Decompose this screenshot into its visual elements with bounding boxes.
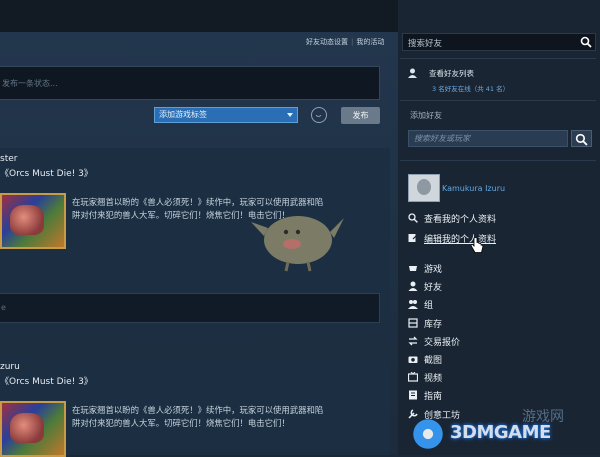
add-friend-search-button[interactable]	[571, 130, 592, 147]
camera-icon	[408, 356, 418, 363]
menu-item-label: 游戏	[424, 265, 443, 275]
menu-item-label: 好友	[424, 283, 443, 293]
profile-name[interactable]: Kamukura Izuru	[442, 184, 505, 193]
feed-description: 在玩家翘首以盼的《兽人必须死！》续作中，玩家可以使用武器和陷 阱对付来犯的兽人大…	[72, 404, 382, 430]
game-tag-select[interactable]: 添加游戏标签	[154, 107, 298, 123]
menu-item-label: 库存	[424, 320, 443, 330]
menu-item-label: 组	[424, 301, 434, 311]
feed-description-line: 在玩家翘首以盼的《兽人必须死！》续作中，玩家可以使用武器和陷	[72, 405, 324, 415]
feed-item: zuru 《Orcs Must Die! 3》 在玩家翘首以盼的《兽人必须死！》…	[0, 356, 390, 457]
add-friend-placeholder: 搜索好友或玩家	[414, 134, 470, 143]
link-separator: |	[351, 38, 354, 46]
menu-item-label: 交易报价	[424, 338, 461, 348]
comment-placeholder: e	[1, 303, 6, 312]
menu-item-friends[interactable]: 好友	[408, 279, 598, 295]
book-icon	[409, 390, 417, 400]
search-icon	[408, 213, 418, 223]
menu-item-groups[interactable]: 组	[408, 297, 598, 313]
menu-item-edit-profile[interactable]: 编辑我的个人资料	[408, 231, 598, 247]
group-icon	[408, 300, 418, 309]
feed-user-name[interactable]: ster	[0, 154, 17, 164]
edit-icon	[408, 234, 418, 242]
status-placeholder: 发布一条状态...	[2, 79, 58, 88]
post-button[interactable]: 发布	[341, 107, 380, 124]
mascot-watermark	[251, 216, 344, 272]
inventory-icon	[408, 318, 418, 328]
feed-game-title[interactable]: 《Orcs Must Die! 3》	[0, 166, 93, 179]
feed-description-line: 阱对付来犯的兽人大军。切碎它们！烧焦它们！电击它们！	[72, 418, 290, 428]
friends-online-count: 3 名好友在线（共 41 名）	[432, 85, 510, 93]
watermark-logo: 3DMGAME 游戏网	[410, 409, 596, 452]
activity-links: 好友动态设置 | 我的活动	[306, 37, 384, 47]
menu-item-label: 查看我的个人资料	[424, 215, 497, 225]
friend-search-input[interactable]: 搜索好友	[402, 33, 596, 51]
chevron-down-icon	[287, 113, 293, 117]
feed-user-name[interactable]: zuru	[0, 362, 20, 372]
add-friend-input[interactable]: 搜索好友或玩家	[408, 130, 568, 147]
tv-icon	[408, 372, 418, 382]
menu-item-videos[interactable]: 视频	[408, 370, 598, 386]
status-input[interactable]: 发布一条状态...	[0, 66, 380, 100]
search-icon[interactable]	[580, 36, 592, 48]
menu-item-screenshots[interactable]: 截图	[408, 352, 598, 368]
my-activity-link[interactable]: 我的活动	[356, 38, 384, 46]
game-tag-select-value: 添加游戏标签	[159, 110, 207, 119]
sidebar-divider	[400, 58, 596, 59]
smiley-icon	[315, 114, 322, 118]
menu-item-view-profile[interactable]: 查看我的个人资料	[408, 211, 598, 227]
avatar[interactable]	[408, 174, 440, 202]
friends-list-label[interactable]: 查看好友列表	[429, 68, 474, 79]
menu-item-games[interactable]: 游戏	[408, 261, 598, 277]
trade-icon	[408, 336, 418, 346]
menu-item-label: 指南	[424, 392, 443, 402]
menu-item-label: 视频	[424, 374, 443, 384]
menu-item-trade-offers[interactable]: 交易报价	[408, 334, 598, 350]
menu-item-guides[interactable]: 指南	[408, 388, 598, 404]
sidebar-divider	[400, 100, 596, 101]
search-icon	[575, 133, 588, 146]
sidebar-divider	[400, 160, 596, 161]
friends-activity-settings-link[interactable]: 好友动态设置	[306, 38, 348, 46]
gamepad-icon	[409, 266, 417, 271]
emoji-button[interactable]	[311, 107, 327, 123]
person-icon	[408, 281, 418, 291]
game-artwork[interactable]	[0, 401, 66, 457]
menu-item-label: 编辑我的个人资料	[424, 235, 497, 245]
watermark-cn-text: 游戏网	[522, 409, 564, 425]
menu-item-inventory[interactable]: 库存	[408, 316, 598, 332]
menu-item-label: 截图	[424, 356, 443, 366]
comment-input[interactable]: e	[0, 293, 380, 323]
friend-search-placeholder: 搜索好友	[408, 39, 443, 49]
add-friend-label: 添加好友	[410, 111, 442, 120]
watermark-logo-icon	[410, 418, 446, 450]
hand-cursor-icon	[470, 237, 484, 253]
feed-game-title[interactable]: 《Orcs Must Die! 3》	[0, 374, 93, 387]
game-artwork[interactable]	[0, 193, 66, 249]
person-icon	[408, 68, 417, 78]
